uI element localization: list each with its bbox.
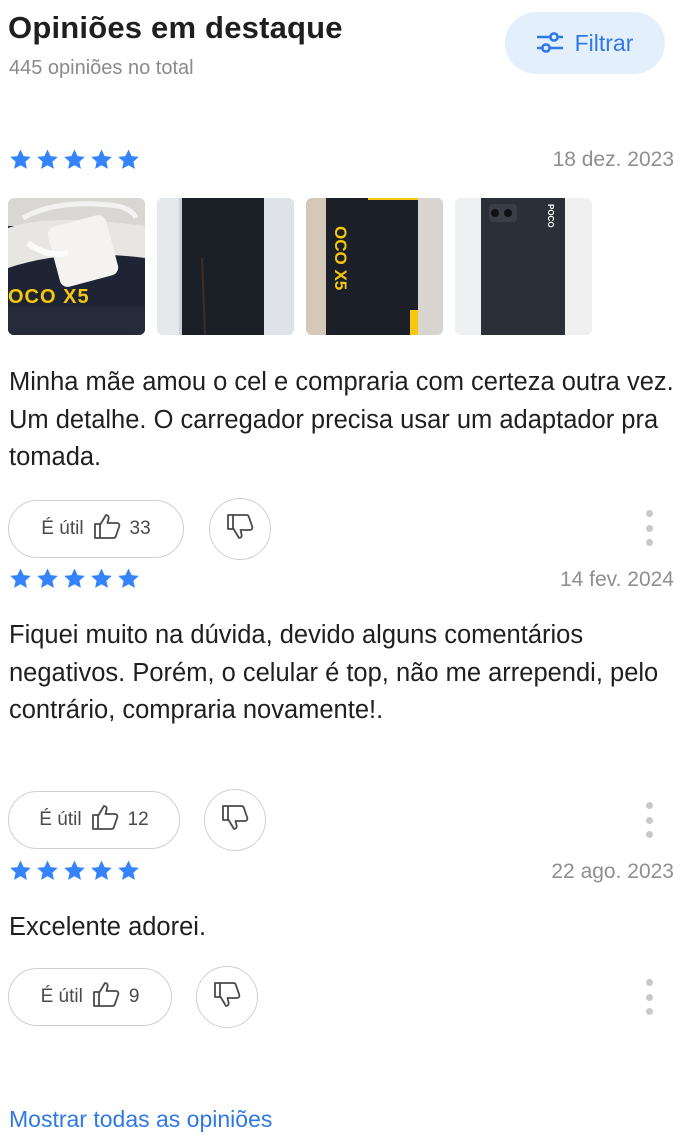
- not-useful-button[interactable]: [209, 498, 271, 560]
- review-date: 18 dez. 2023: [552, 148, 674, 171]
- star-icon: [64, 860, 85, 880]
- star-rating: [8, 567, 141, 591]
- useful-label: É útil: [39, 809, 82, 830]
- reviews-total-count: 445 opiniões no total: [9, 57, 194, 79]
- thumbs-up-icon: [91, 979, 121, 1015]
- review-text: Fiquei muito na dúvida, devido alguns co…: [9, 621, 659, 724]
- star-icon: [37, 568, 58, 588]
- star-icon: [10, 860, 31, 880]
- useful-label: É útil: [41, 518, 84, 539]
- photo-label: POCO: [546, 204, 555, 228]
- review-photo-thumbnail[interactable]: POCO: [455, 198, 592, 335]
- show-all-reviews-link[interactable]: Mostrar todas as opiniões: [9, 1106, 272, 1133]
- thumbs-down-icon: [220, 803, 250, 838]
- review-photo-thumbnail[interactable]: OCO X5: [8, 198, 145, 335]
- star-icon: [10, 568, 31, 588]
- more-options-button[interactable]: [642, 979, 656, 1015]
- star-icon: [64, 568, 85, 588]
- filter-button-label: Filtrar: [574, 29, 634, 56]
- star-icon: [118, 149, 139, 169]
- useful-count: 12: [127, 809, 149, 830]
- more-options-button[interactable]: [642, 510, 656, 546]
- star-icon: [91, 149, 112, 169]
- page-title: Opiniões em destaque: [8, 10, 343, 45]
- star-icon: [91, 860, 112, 880]
- thumbs-down-icon: [212, 980, 242, 1015]
- thumbs-down-icon: [225, 512, 255, 547]
- useful-count: 33: [129, 518, 151, 539]
- star-icon: [118, 860, 139, 880]
- star-icon: [10, 149, 31, 169]
- star-icon: [37, 860, 58, 880]
- useful-button[interactable]: É útil 9: [8, 968, 172, 1026]
- star-icon: [118, 568, 139, 588]
- thumbs-up-icon: [90, 802, 120, 838]
- review-text: Excelente adorei.: [9, 913, 207, 941]
- useful-label: É útil: [40, 986, 83, 1007]
- sliders-icon: [536, 32, 563, 54]
- star-rating: [8, 859, 141, 883]
- star-icon: [64, 149, 85, 169]
- review-date: 14 fev. 2024: [559, 568, 674, 591]
- filter-button[interactable]: Filtrar: [505, 12, 665, 74]
- useful-button[interactable]: É útil 12: [8, 791, 180, 849]
- photo-label: OCO X5: [331, 226, 350, 291]
- review-photo-thumbnail[interactable]: OCO X5: [306, 198, 443, 335]
- review-photo-thumbnail[interactable]: [157, 198, 294, 335]
- star-rating: [8, 148, 141, 172]
- not-useful-button[interactable]: [204, 789, 266, 851]
- photo-label: OCO X5: [8, 286, 90, 308]
- review-photos: OCO X5 OCO X5 POCO: [8, 198, 592, 335]
- thumbs-up-icon: [92, 511, 122, 547]
- more-options-button[interactable]: [642, 802, 656, 838]
- useful-count: 9: [128, 986, 140, 1007]
- not-useful-button[interactable]: [196, 966, 258, 1028]
- review-text: Minha mãe amou o cel e compraria com cer…: [9, 368, 674, 471]
- review-date: 22 ago. 2023: [551, 860, 674, 883]
- star-icon: [91, 568, 112, 588]
- useful-button[interactable]: É útil 33: [8, 500, 184, 558]
- star-icon: [37, 149, 58, 169]
